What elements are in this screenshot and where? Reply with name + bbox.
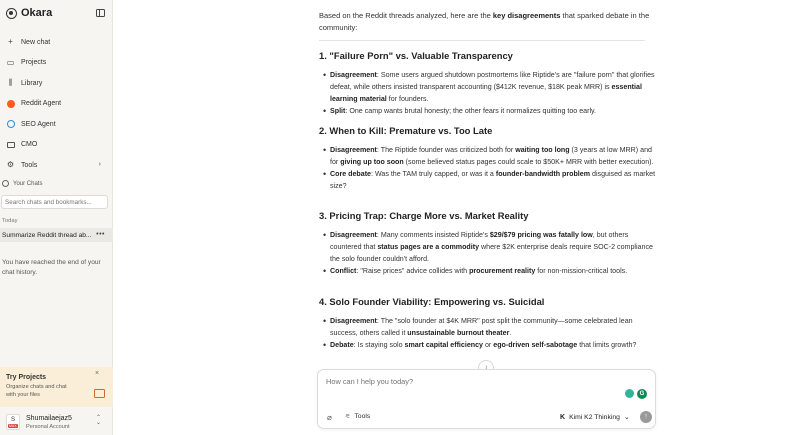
plus-icon: + [8, 37, 13, 47]
section-heading-2: 2. When to Kill: Premature vs. Too Late [319, 125, 493, 136]
close-icon[interactable]: × [95, 370, 99, 377]
chat-history-item[interactable]: Summarize Reddit thread ab... ••• [0, 228, 113, 242]
brand[interactable]: Okara [6, 7, 52, 19]
globe-icon [6, 120, 15, 129]
more-options-icon[interactable]: ••• [96, 231, 105, 238]
list-item: Debate: Is staying solo smart capital ef… [323, 339, 660, 351]
tools-button[interactable]: ⚟ Tools [345, 413, 370, 420]
folder-icon: ▭ [6, 57, 15, 67]
list-item: Conflict: "Raise prices" advice collides… [323, 265, 660, 277]
section-list-1: Disagreement: Some users argued shutdown… [323, 69, 660, 117]
sidebar: Okara + New chat ▭ Projects ⫼ Library Re… [0, 0, 113, 435]
intro-text: Based on the Reddit threads analyzed, he… [319, 11, 493, 20]
section-today: Today [2, 218, 18, 224]
grammarly-icon[interactable]: G [637, 389, 647, 399]
sidebar-item-label: SEO Agent [21, 120, 56, 128]
sidebar-toggle-icon[interactable] [96, 9, 105, 17]
section-list-4: Disagreement: The "solo founder at $4K M… [323, 315, 660, 351]
model-label: Kimi K2 Thinking [569, 413, 620, 421]
user-name: Shumailaejaz5 [26, 415, 72, 422]
section-heading-1: 1. "Failure Porn" vs. Valuable Transpare… [319, 50, 513, 61]
tools-icon: ⚙ [6, 160, 15, 170]
list-item: Split: One camp wants brutal honesty; th… [323, 105, 660, 117]
search-chats-input[interactable] [1, 195, 108, 209]
sidebar-item-label: Library [21, 79, 43, 87]
sidebar-item-label: New chat [21, 38, 51, 46]
try-projects-card[interactable]: Try Projects Organize chats and chat wit… [0, 367, 113, 407]
list-item: Disagreement: The Riptide founder was cr… [323, 144, 660, 168]
list-item: Disagreement: Many comments insisted Rip… [323, 229, 660, 265]
promo-description: Organize chats and chat with your files [6, 384, 67, 398]
section-list-2: Disagreement: The Riptide founder was cr… [323, 144, 660, 192]
message-composer: G ⌀ ⚟ Tools K Kimi K2 Thinking ⌄ ↑ [317, 369, 656, 429]
chat-title: Summarize Reddit thread ab... [2, 231, 92, 239]
sidebar-item-library[interactable]: ⫼ Library [0, 73, 113, 94]
folder-icon [94, 389, 105, 398]
tools-label: Tools [354, 413, 371, 420]
sidebar-item-projects[interactable]: ▭ Projects [0, 53, 113, 74]
model-selector[interactable]: K Kimi K2 Thinking ⌄ [560, 413, 630, 422]
end-of-history-note: You have reached the end of your chat hi… [2, 259, 101, 276]
clock-icon [2, 180, 9, 187]
kimi-logo-icon: K [560, 413, 566, 421]
intro-emphasis: key disagreements [492, 11, 561, 20]
promo-title: Try Projects [6, 374, 47, 381]
send-button[interactable]: ↑ [640, 411, 652, 423]
chevron-down-icon: ⌄ [623, 414, 630, 421]
avatar-initial: S [10, 417, 15, 423]
sidebar-item-label: Reddit Agent [21, 100, 62, 108]
plan-badge: MAX [8, 424, 18, 428]
section-heading-4: 4. Solo Founder Viability: Empowering vs… [319, 296, 545, 307]
sidebar-item-label: Projects [21, 59, 47, 67]
account-switcher[interactable]: S MAX Shumailaejaz5 Personal Account ⌃ ⌄ [0, 408, 113, 435]
response-intro: Based on the Reddit threads analyzed, he… [319, 10, 651, 34]
list-item: Disagreement: Some users argued shutdown… [323, 69, 660, 105]
sidebar-item-cmo[interactable]: CMO [0, 135, 113, 156]
okara-logo-icon [6, 7, 17, 19]
divider [319, 40, 645, 41]
sidebar-item-seo-agent[interactable]: SEO Agent [0, 114, 113, 135]
extension-icons: G [625, 389, 647, 399]
sidebar-item-new-chat[interactable]: + New chat [0, 32, 113, 53]
sidebar-item-label: Tools [21, 161, 38, 169]
section-list-3: Disagreement: Many comments insisted Rip… [323, 229, 660, 277]
brand-name: Okara [21, 7, 53, 19]
extension-icon[interactable] [625, 389, 634, 398]
sidebar-item-reddit-agent[interactable]: Reddit Agent [0, 94, 113, 115]
cmo-icon [6, 140, 15, 149]
paperclip-icon[interactable]: ⌀ [327, 413, 332, 422]
sidebar-nav: + New chat ▭ Projects ⫼ Library Reddit A… [0, 32, 113, 176]
sliders-icon: ⚟ [345, 414, 351, 420]
your-chats-label: Your Chats [13, 180, 43, 187]
chat-main: Based on the Reddit threads analyzed, he… [113, 0, 800, 435]
account-type: Personal Account [26, 424, 70, 430]
avatar: S MAX [6, 414, 20, 430]
library-icon: ⫼ [8, 78, 13, 88]
sidebar-item-tools[interactable]: ⚙ Tools › [0, 155, 113, 176]
list-item: Disagreement: The "solo founder at $4K M… [323, 315, 660, 339]
section-heading-3: 3. Pricing Trap: Charge More vs. Market … [319, 210, 529, 221]
your-chats-header: Your Chats [2, 180, 42, 187]
chevron-right-icon: › [98, 161, 101, 168]
message-input[interactable] [326, 377, 616, 386]
sidebar-item-label: CMO [21, 141, 38, 149]
reddit-icon [6, 99, 15, 108]
list-item: Core debate: Was the TAM truly capped, o… [323, 168, 660, 192]
chevron-up-down-icon: ⌃ ⌄ [95, 415, 101, 426]
